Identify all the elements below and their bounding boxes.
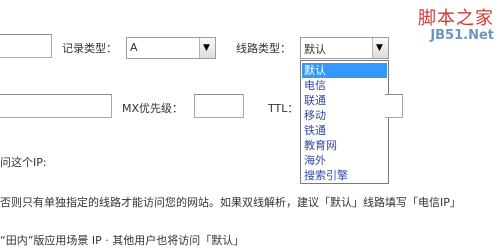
line-type-options-list[interactable]: 默认 电信 联通 移动 铁通 教育网 海外 搜索引擎 bbox=[300, 60, 389, 184]
record-type-label: 记录类型： bbox=[62, 42, 117, 55]
chevron-down-icon: ▼ bbox=[203, 43, 210, 53]
help-text-line-3: “田内”版应用场景 IP · 其他用户也将访问「默认」 bbox=[0, 234, 245, 247]
host-record-input[interactable] bbox=[0, 34, 52, 58]
watermark-title: 脚本之家 bbox=[418, 8, 494, 29]
line-type-dropdown-button[interactable]: ▼ bbox=[372, 38, 388, 58]
record-value-input[interactable] bbox=[0, 94, 112, 118]
watermark-url: JB51.Net bbox=[430, 28, 494, 43]
chevron-down-icon: ▼ bbox=[376, 43, 383, 53]
line-option-default[interactable]: 默认 bbox=[302, 63, 387, 78]
line-type-value: 默认 bbox=[304, 43, 326, 56]
mx-priority-input[interactable] bbox=[194, 94, 244, 118]
line-option-telecom[interactable]: 电信 bbox=[302, 78, 387, 93]
record-type-value: A bbox=[130, 41, 138, 54]
line-type-label: 线路类型： bbox=[236, 42, 291, 55]
site-watermark: 脚本之家 JB51.Net bbox=[418, 4, 494, 43]
help-text-line-1: 问这个IP: bbox=[0, 156, 47, 169]
record-type-select[interactable]: A ▼ bbox=[126, 37, 216, 59]
record-type-dropdown-button[interactable]: ▼ bbox=[199, 38, 215, 58]
ttl-input[interactable] bbox=[385, 94, 403, 118]
line-option-search-engine[interactable]: 搜索引擎 bbox=[302, 168, 387, 183]
line-option-education[interactable]: 教育网 bbox=[302, 138, 387, 153]
ttl-label: TTL： bbox=[268, 102, 299, 115]
line-type-select[interactable]: 默认 ▼ bbox=[300, 37, 389, 59]
help-text-line-2: 否则只有单独指定的线路才能访问您的网站。如果双线解析，建议「默认」线路填写「电信… bbox=[0, 196, 461, 209]
line-option-tietong[interactable]: 铁通 bbox=[302, 123, 387, 138]
line-option-mobile[interactable]: 移动 bbox=[302, 108, 387, 123]
mx-priority-label: MX优先级： bbox=[122, 102, 184, 115]
line-option-overseas[interactable]: 海外 bbox=[302, 153, 387, 168]
line-option-unicom[interactable]: 联通 bbox=[302, 93, 387, 108]
